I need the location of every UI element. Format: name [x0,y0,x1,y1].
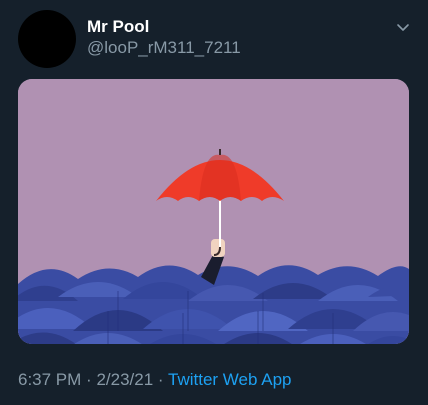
author-name[interactable]: Mr Pool [87,17,149,37]
separator: · [157,370,164,389]
author-handle[interactable]: @looP_rM311_7211 [87,38,241,58]
umbrella-illustration [18,79,409,344]
avatar[interactable] [18,10,76,68]
tweet-source-link[interactable]: Twitter Web App [168,370,291,389]
chevron-down-icon[interactable] [394,18,412,36]
separator: · [86,370,92,389]
tweet-date[interactable]: 2/23/21 [96,370,153,389]
tweet-image[interactable] [18,79,409,344]
tweet-card: Mr Pool @looP_rM311_7211 6:37 PM · 2/23/… [0,0,428,405]
tweet-time[interactable]: 6:37 PM [18,370,81,389]
tweet-meta: 6:37 PM · 2/23/21 · Twitter Web App [18,370,291,390]
